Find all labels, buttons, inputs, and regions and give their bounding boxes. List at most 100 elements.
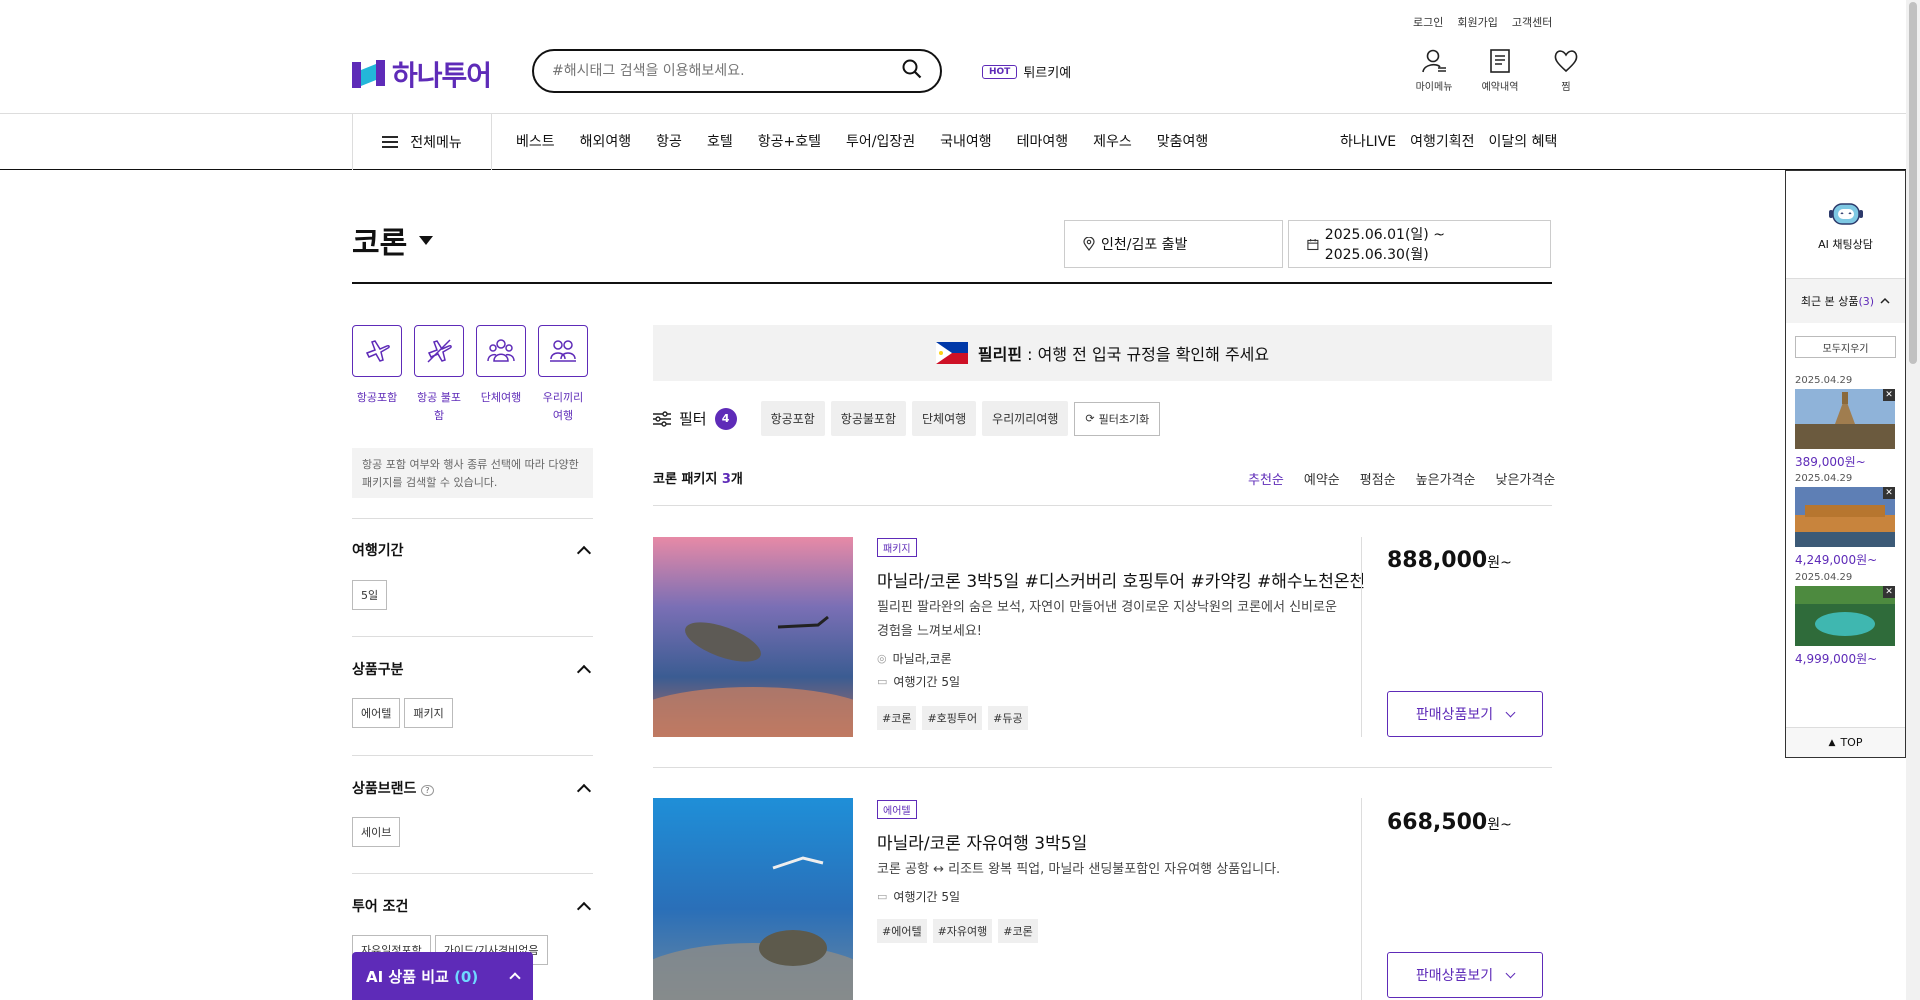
section-duration-header[interactable]: 여행기간 <box>352 540 593 561</box>
close-icon[interactable]: ✕ <box>1883 389 1895 401</box>
scroll-top-button[interactable]: ▲ TOP <box>1786 727 1905 757</box>
price-value: 888,000 <box>1387 548 1488 573</box>
location-text: 마닐라,코론 <box>892 652 952 666</box>
hot-keyword-text[interactable]: 튀르키예 <box>1023 62 1071 81</box>
gnb-item-overseas[interactable]: 해외여행 <box>580 131 632 151</box>
gnb-item-air-hotel[interactable]: 항공+호텔 <box>758 131 821 151</box>
close-icon[interactable]: ✕ <box>1883 586 1895 598</box>
date-range-text: 2025.06.01(일) ~ 2025.06.30(월) <box>1324 227 1445 263</box>
ai-compare-panel-toggle[interactable]: AI 상품 비교 (0) <box>352 952 533 1000</box>
chevron-up-icon[interactable] <box>576 545 592 561</box>
recent-thumbnail[interactable]: ✕ <box>1795 586 1895 646</box>
login-link[interactable]: 로그인 <box>1413 14 1443 30</box>
clear-all-button[interactable]: 모두지우기 <box>1795 336 1896 358</box>
gnb-item-theme[interactable]: 테마여행 <box>1017 131 1069 151</box>
section-divider <box>352 518 593 519</box>
gnb-item-zeus[interactable]: 제우스 <box>1093 131 1132 151</box>
hashtag[interactable]: #에어텔 <box>877 919 927 943</box>
sort-bookings[interactable]: 예약순 <box>1304 469 1340 488</box>
category-air-included[interactable]: 항공포함 <box>352 325 402 425</box>
destination-selector[interactable]: 코론 <box>352 218 434 262</box>
product-tag: 에어텔 <box>877 800 917 819</box>
product-image[interactable] <box>653 537 853 737</box>
filter-chip[interactable]: 항공포함 <box>760 401 825 436</box>
brand-logo[interactable]: 하나투어 <box>352 54 492 94</box>
filter-chip[interactable]: 항공불포함 <box>830 401 906 436</box>
notice-text: : 여행 전 입국 규정을 확인해 주세요 <box>1022 345 1270 364</box>
sort-rating[interactable]: 평점순 <box>1360 469 1396 488</box>
recent-item[interactable]: 2025.04.29 ✕ 4,999,000원~ <box>1795 572 1896 667</box>
sort-recommended[interactable]: 추천순 <box>1248 469 1284 488</box>
recent-thumbnail[interactable]: ✕ <box>1795 487 1895 547</box>
gnb-item-tour-ticket[interactable]: 투어/입장권 <box>846 131 915 151</box>
gnb-item-custom[interactable]: 맞춤여행 <box>1157 131 1209 151</box>
refresh-icon: ⟳ <box>1085 412 1095 425</box>
view-products-button[interactable]: 판매상품보기 <box>1387 952 1543 998</box>
hashtag[interactable]: #듀공 <box>988 706 1028 730</box>
hot-keyword[interactable]: HOT 튀르키예 <box>982 62 1071 81</box>
recent-price: 4,249,000원~ <box>1795 553 1878 567</box>
recent-item[interactable]: 2025.04.29 ✕ 389,000원~ <box>1795 375 1896 470</box>
option-chip[interactable]: 에어텔 <box>352 698 401 728</box>
recent-item[interactable]: 2025.04.29 ✕ 4,249,000원~ <box>1795 473 1896 568</box>
category-group-tour[interactable]: 단체여행 <box>476 325 526 425</box>
gnb-item-monthly-benefit[interactable]: 이달의 혜택 <box>1489 131 1558 151</box>
section-product-type-header[interactable]: 상품구분 <box>352 659 593 680</box>
gnb-item-hotel[interactable]: 호텔 <box>707 131 733 151</box>
close-icon[interactable]: ✕ <box>1883 487 1895 499</box>
chevron-up-icon[interactable] <box>576 901 592 917</box>
filter-toggle[interactable]: 필터 4 <box>653 407 737 430</box>
scrollbar-thumb[interactable] <box>1909 2 1917 364</box>
all-menu-button[interactable]: 전체메뉴 <box>352 113 492 170</box>
heart-icon <box>1554 50 1578 73</box>
hashtag[interactable]: #자유여행 <box>932 919 993 943</box>
my-menu-button[interactable]: 마이메뉴 <box>1410 48 1458 93</box>
wishlist-button[interactable]: 찜 <box>1542 48 1590 93</box>
reservations-button[interactable]: 예약내역 <box>1476 48 1524 93</box>
location-pin-icon: ◎ <box>877 652 887 665</box>
search-icon[interactable] <box>902 59 922 83</box>
filter-chip[interactable]: 우리끼리여행 <box>982 401 1069 436</box>
category-air-excluded[interactable]: 항공 불포함 <box>414 325 464 425</box>
location-pin-icon <box>1083 237 1095 251</box>
recent-products-toggle[interactable]: 최근 본 상품(3) <box>1786 279 1905 323</box>
search-input[interactable] <box>552 63 902 79</box>
help-icon[interactable]: ? <box>421 785 434 796</box>
gnb-item-domestic[interactable]: 국내여행 <box>940 131 992 151</box>
filter-reset-button[interactable]: ⟳ 필터초기화 <box>1074 401 1161 436</box>
recent-thumbnail[interactable]: ✕ <box>1795 389 1895 449</box>
hashtag[interactable]: #코론 <box>877 706 917 730</box>
section-tour-condition-header[interactable]: 투어 조건 <box>352 896 593 917</box>
signup-link[interactable]: 회원가입 <box>1457 14 1497 30</box>
chevron-up-icon[interactable] <box>576 664 592 680</box>
hashtag[interactable]: #호핑투어 <box>922 706 983 730</box>
product-location: ◎ 마닐라,코론 <box>877 650 952 667</box>
date-range-selector[interactable]: 2025.06.01(일) ~ 2025.06.30(월) <box>1288 220 1551 268</box>
option-chip[interactable]: 5일 <box>352 580 388 610</box>
chevron-up-icon[interactable] <box>576 783 592 799</box>
filter-chip[interactable]: 단체여행 <box>911 401 977 436</box>
category-private-tour[interactable]: 우리끼리 여행 <box>538 325 588 425</box>
search-bar[interactable] <box>532 49 942 93</box>
gnb-item-air[interactable]: 항공 <box>656 131 682 151</box>
gnb-item-exhibition[interactable]: 여행기획전 <box>1410 131 1474 151</box>
product-title[interactable]: 마닐라/코론 자유여행 3박5일 <box>877 829 1087 854</box>
gnb-item-hanalive[interactable]: 하나LIVE <box>1340 131 1396 151</box>
triangle-up-icon: ▲ <box>1828 737 1836 748</box>
sort-price-low[interactable]: 낮은가격순 <box>1495 469 1555 488</box>
gnb-item-best[interactable]: 베스트 <box>516 131 555 151</box>
ai-chat-button[interactable]: AI 채팅상담 <box>1786 171 1905 279</box>
view-products-button[interactable]: 판매상품보기 <box>1387 691 1543 737</box>
option-chip[interactable]: 세이브 <box>352 817 401 847</box>
section-brand-header[interactable]: 상품브랜드 ? <box>352 778 593 799</box>
product-image[interactable] <box>653 798 853 1000</box>
departure-selector[interactable]: 인천/김포 출발 <box>1064 220 1283 268</box>
option-chip[interactable]: 패키지 <box>404 698 453 728</box>
sort-price-high[interactable]: 높은가격순 <box>1416 469 1476 488</box>
customer-center-link[interactable]: 고객센터 <box>1512 14 1552 30</box>
product-price: 668,500원~ <box>1387 810 1512 835</box>
product-title[interactable]: 마닐라/코론 3박5일 #디스커버리 호핑투어 #카약킹 #해수노천온천 <box>877 567 1365 592</box>
entry-notice-banner[interactable]: 필리핀 : 여행 전 입국 규정을 확인해 주세요 <box>653 325 1552 381</box>
chevron-down-icon <box>1505 968 1516 978</box>
hashtag[interactable]: #코론 <box>998 919 1038 943</box>
